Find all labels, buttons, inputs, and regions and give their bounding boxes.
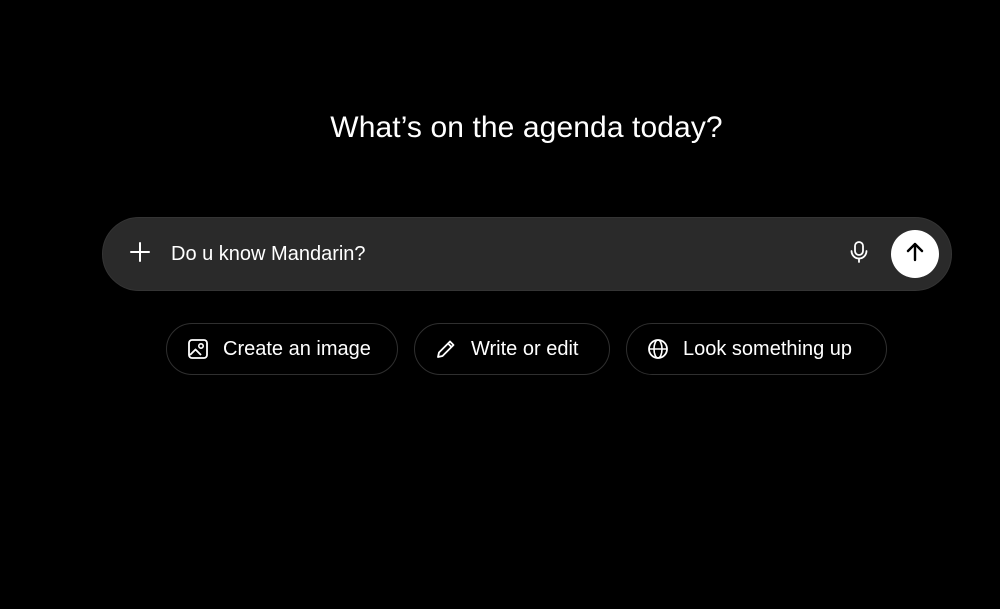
create-image-label: Create an image <box>223 337 371 360</box>
plus-icon <box>129 241 151 268</box>
voice-input-button[interactable] <box>841 236 877 272</box>
write-or-edit-button[interactable]: Write or edit <box>414 323 610 375</box>
image-icon <box>187 338 209 360</box>
globe-icon <box>647 338 669 360</box>
chat-home-page: What’s on the agenda today? Do u know Ma… <box>0 0 1000 609</box>
write-or-edit-label: Write or edit <box>471 337 579 360</box>
create-image-button[interactable]: Create an image <box>166 323 398 375</box>
add-attachment-button[interactable] <box>121 235 159 273</box>
look-something-up-label: Look something up <box>683 337 853 360</box>
arrow-up-icon <box>904 241 926 268</box>
prompt-composer <box>102 217 952 291</box>
page-title: What’s on the agenda today? <box>330 111 723 144</box>
pencil-icon <box>435 338 457 360</box>
send-button[interactable] <box>891 230 939 278</box>
look-something-up-button[interactable]: Look something up <box>626 323 887 375</box>
prompt-input[interactable] <box>171 236 811 272</box>
microphone-icon <box>848 240 870 269</box>
